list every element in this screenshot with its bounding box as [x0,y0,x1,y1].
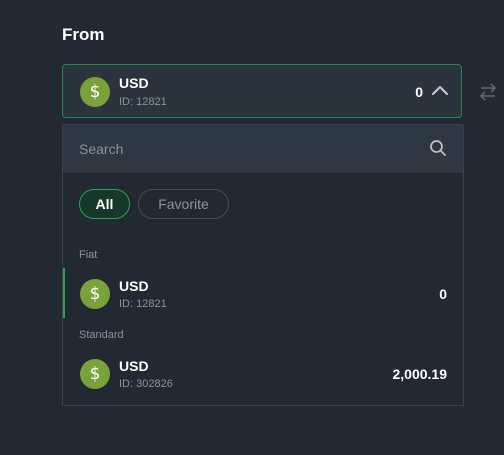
search-icon[interactable] [429,139,447,157]
selected-account-balance: 0 [415,84,423,100]
from-account-selector[interactable]: $ USD ID: 12821 0 [62,64,462,118]
search-input[interactable] [63,125,419,173]
selected-account-id: ID: 12821 [119,96,167,108]
chevron-up-icon[interactable] [431,84,449,96]
dollar-coin-icon: $ [80,359,110,389]
selected-account-currency: USD [119,75,149,91]
account-row-fiat-usd[interactable]: $ USD ID: 12821 0 [63,268,463,318]
filter-all-chip[interactable]: All [79,189,130,219]
account-balance: 0 [439,286,447,302]
exchange-page: From $ USD ID: 12821 0 All Favorite Fia [0,0,504,455]
search-bar [63,125,463,173]
account-currency: USD [119,358,149,374]
swap-arrows-icon[interactable] [478,82,498,102]
group-label-fiat: Fiat [79,249,98,261]
account-dropdown: All Favorite Fiat $ USD ID: 12821 0 Stan… [62,124,464,406]
account-id: ID: 12821 [119,298,167,310]
account-balance: 2,000.19 [392,366,448,382]
group-label-standard: Standard [79,329,124,341]
account-row-standard-usd[interactable]: $ USD ID: 302826 2,000.19 [63,348,463,398]
account-currency: USD [119,278,149,294]
from-heading: From [62,25,105,44]
selected-indicator [63,268,65,318]
account-id: ID: 302826 [119,378,173,390]
filter-favorite-chip[interactable]: Favorite [138,189,229,219]
dollar-coin-icon: $ [80,279,110,309]
dollar-coin-icon: $ [80,77,110,107]
